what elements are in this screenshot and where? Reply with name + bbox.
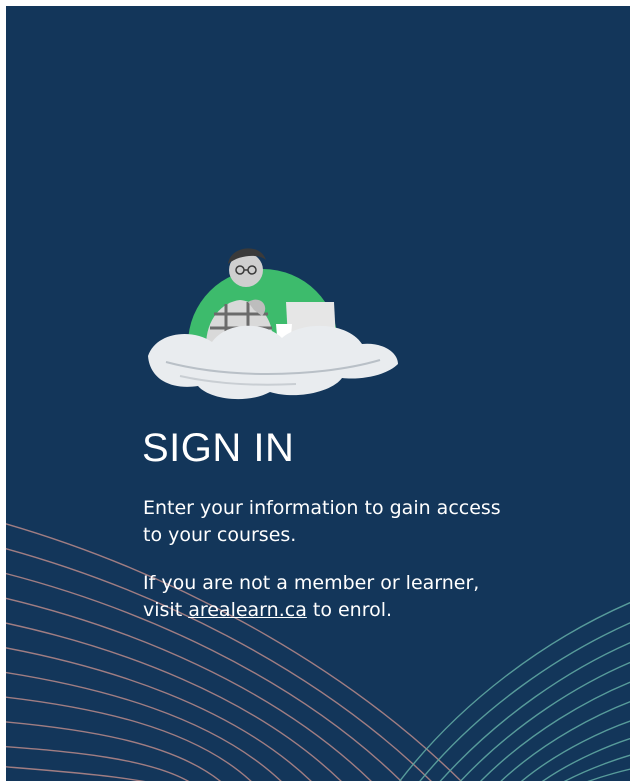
intro-text: Enter your information to gain access to… [143,495,563,549]
enrol-info-prefix: visit [143,599,189,621]
enrol-info-line-1: If you are not a member or learner, [143,572,480,594]
enrol-info-suffix: to enrol. [306,599,393,621]
person-with-laptop-on-cloud-illustration [148,248,398,400]
intro-text-line-1: Enter your information to gain access [143,497,501,519]
intro-text-line-2: to your courses. [143,524,297,546]
arealearn-link[interactable]: arealearn.ca [188,599,307,621]
enrol-info-text: If you are not a member or learner, visi… [143,570,563,624]
page-title: SIGN IN [142,426,295,470]
sign-in-panel: SIGN IN Enter your information to gain a… [6,6,630,781]
